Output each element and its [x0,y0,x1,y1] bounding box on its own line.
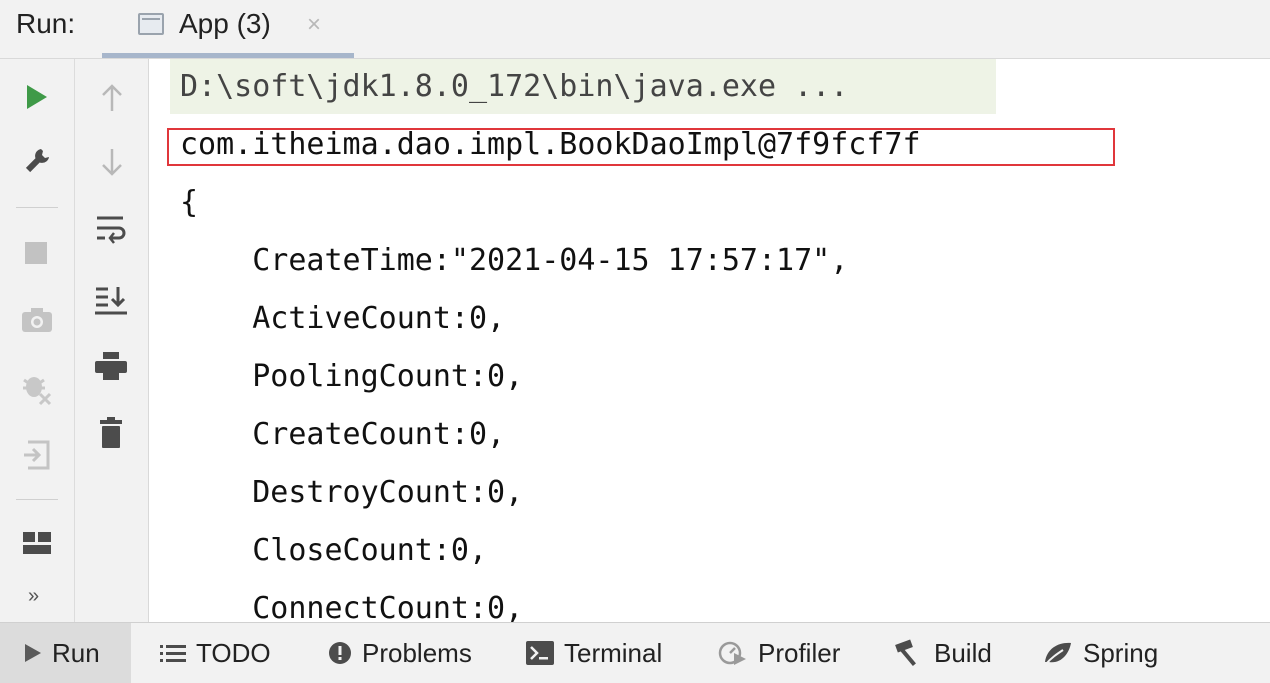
print-icon[interactable] [94,351,128,381]
problems-icon [329,642,351,664]
separator [16,499,58,500]
soft-wrap-icon[interactable] [94,214,128,246]
list-icon [160,645,186,662]
tool-window-spring[interactable]: Spring [1043,623,1158,683]
console-line: DestroyCount:0, [180,475,524,510]
run-tool-window-header: Run: App (3) × [0,0,1270,59]
login-icon[interactable] [22,439,52,471]
tool-window-label: Terminal [564,637,663,668]
scroll-to-end-icon[interactable] [94,284,128,316]
console-line: ActiveCount:0, [180,301,506,336]
run-tool-icon [25,644,41,662]
run-label: Run: [16,8,76,39]
tool-window-label: Run [52,637,100,668]
console-output[interactable]: D:\soft\jdk1.8.0_172\bin\java.exe ... co… [149,59,1270,622]
tool-window-label: TODO [196,637,271,668]
spring-leaf-icon [1045,642,1071,665]
console-line: PoolingCount:0, [180,359,524,394]
console-line: CloseCount:0, [180,533,488,568]
profiler-icon [718,641,746,665]
console-actions-toolbar [75,59,149,622]
debug-off-icon[interactable] [20,372,54,406]
separator [16,207,58,208]
camera-icon[interactable] [21,306,53,334]
hammer-icon [895,639,916,666]
tool-window-todo[interactable]: TODO [160,623,271,683]
tool-window-terminal[interactable]: Terminal [526,623,662,683]
layout-icon[interactable] [22,531,52,555]
terminal-icon [526,641,554,665]
tool-window-bar: Run TODO Problems Terminal Profiler Buil… [0,622,1270,683]
arrow-up-icon[interactable] [100,83,124,113]
tool-window-label: Profiler [758,637,841,668]
tool-window-label: Build [934,637,992,668]
arrow-down-icon[interactable] [100,147,124,177]
trash-icon[interactable] [99,417,123,449]
more-icon[interactable]: » [28,585,39,608]
console-line: { [180,185,199,220]
stop-icon[interactable] [25,242,47,264]
tool-window-build[interactable]: Build [894,623,992,683]
tool-window-label: Spring [1083,637,1159,668]
tool-window-run[interactable]: Run [0,623,131,683]
tab-label: App (3) [179,8,271,39]
console-line: ConnectCount:0, [180,591,524,622]
tab-app[interactable]: App (3) × [102,0,354,58]
close-tab-icon[interactable]: × [307,11,321,39]
tool-window-profiler[interactable]: Profiler [718,623,840,683]
console-line: com.itheima.dao.impl.BookDaoImpl@7f9fcf7… [180,127,921,162]
console-tab-icon [138,13,164,35]
console-line: CreateCount:0, [180,417,506,452]
active-tab-indicator [102,53,354,58]
tool-window-problems[interactable]: Problems [328,623,472,683]
console-command-line: D:\soft\jdk1.8.0_172\bin\java.exe ... [180,69,849,104]
run-icon[interactable] [25,84,49,110]
tool-window-label: Problems [362,637,472,668]
wrench-icon[interactable] [23,147,51,175]
run-actions-toolbar: » [0,59,75,622]
console-line: CreateTime:"2021-04-15 17:57:17", [180,243,849,278]
